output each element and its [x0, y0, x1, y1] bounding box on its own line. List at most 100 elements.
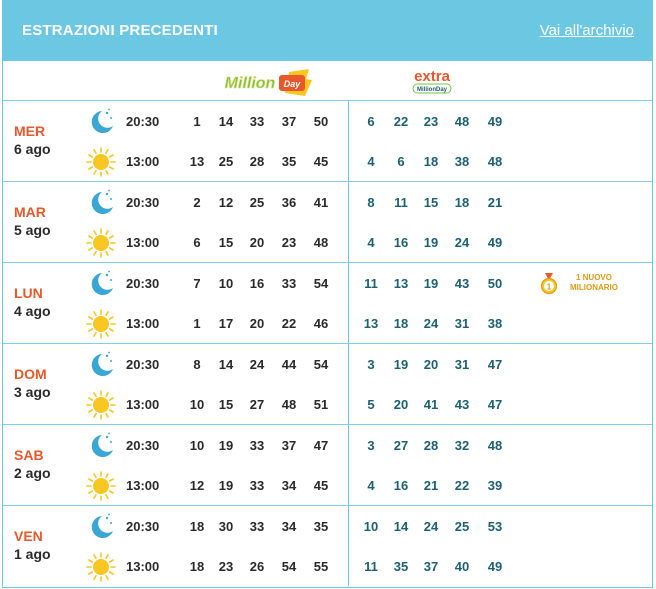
extra-number: 28	[423, 438, 439, 453]
extra-number: 20	[393, 397, 409, 412]
day-group: SAB 2 ago 20:30 10 19 33 37 47 3 27 28 32 48 13:00 12 1…	[3, 424, 652, 505]
extra-number: 41	[423, 397, 439, 412]
main-number: 15	[218, 397, 234, 412]
extra-number: 10	[363, 519, 379, 534]
extra-logo: extra MillionDay	[412, 68, 452, 94]
extra-number: 43	[454, 397, 470, 412]
extra-number: 47	[487, 357, 503, 372]
draw-row: 13:00 10 15 27 48 51 5 20 41 43 47	[3, 384, 652, 424]
main-number: 37	[281, 114, 297, 129]
extra-number: 14	[393, 519, 409, 534]
extra-number: 6	[397, 154, 405, 169]
extra-number: 16	[393, 235, 409, 250]
draw-row: 13:00 13 25 28 35 45 4 6 18 38 48	[3, 141, 652, 181]
main-number: 20	[249, 235, 265, 250]
main-number: 45	[313, 478, 329, 493]
main-number: 33	[249, 438, 265, 453]
main-number: 7	[193, 276, 201, 291]
extra-number: 49	[487, 114, 503, 129]
draw-time: 20:30	[126, 357, 160, 372]
badge-line1: 1 NUOVO	[575, 273, 612, 282]
moon-stars-icon	[86, 188, 116, 218]
extra-number: 19	[423, 235, 439, 250]
main-number: 1	[193, 316, 201, 331]
logo-extra-text: extra	[414, 68, 451, 85]
draw-time: 13:00	[126, 154, 160, 169]
new-millionaire-badge: 1 1 NUOVO MILIONARIO	[540, 273, 630, 297]
main-number: 14	[218, 114, 234, 129]
main-number: 45	[313, 154, 329, 169]
extra-number: 4	[367, 478, 375, 493]
extra-number: 24	[423, 519, 439, 534]
draw-row: 20:30 18 30 33 34 35 10 14 24 25 53	[3, 506, 652, 546]
extra-number: 16	[393, 478, 409, 493]
sun-icon	[86, 228, 116, 258]
main-number: 33	[249, 478, 265, 493]
draw-row: 13:00 1 17 20 22 46 13 18 24 31 38	[3, 303, 652, 343]
main-number: 33	[249, 114, 265, 129]
main-number: 36	[281, 195, 297, 210]
extra-number: 23	[423, 114, 439, 129]
main-number: 10	[189, 397, 205, 412]
day-group: DOM 3 ago 20:30 8 14 24 44 54 3 19 20 31 47 13:00 10 15…	[3, 343, 652, 424]
main-number: 18	[189, 559, 205, 574]
archive-link[interactable]: Vai all'archivio	[540, 22, 634, 39]
draw-row: 20:30 10 19 33 37 47 3 27 28 32 48	[3, 425, 652, 465]
main-number: 8	[193, 357, 201, 372]
draw-row: 13:00 18 23 26 54 55 11 35 37 40 49	[3, 546, 652, 586]
draw-row: 20:30 8 14 24 44 54 3 19 20 31 47	[3, 344, 652, 384]
logo-million-text: Million	[225, 75, 276, 92]
extra-number: 11	[364, 559, 378, 574]
extra-number: 31	[454, 316, 470, 331]
extra-number: 4	[367, 154, 375, 169]
extra-number: 43	[454, 276, 470, 291]
draw-time: 20:30	[126, 276, 160, 291]
logo-extra-sub: MillionDay	[417, 87, 448, 93]
draw-time: 20:30	[126, 438, 160, 453]
main-number: 41	[313, 195, 329, 210]
main-number: 22	[281, 316, 297, 331]
main-number: 37	[281, 438, 297, 453]
extra-number: 8	[367, 195, 375, 210]
extra-number: 11	[394, 195, 408, 210]
moon-stars-icon	[86, 350, 116, 380]
moon-stars-icon	[86, 107, 116, 137]
extra-number: 24	[423, 316, 439, 331]
main-number: 18	[189, 519, 205, 534]
extra-number: 39	[487, 478, 503, 493]
main-number: 16	[249, 276, 265, 291]
main-number: 15	[218, 235, 234, 250]
draw-time: 13:00	[126, 235, 160, 250]
sun-icon	[86, 309, 116, 339]
extra-number: 22	[393, 114, 409, 129]
main-number: 10	[189, 438, 205, 453]
extra-number: 13	[393, 276, 409, 291]
extra-number: 38	[454, 154, 470, 169]
extra-number: 48	[454, 114, 470, 129]
main-number: 23	[218, 559, 234, 574]
extra-number: 27	[393, 438, 409, 453]
extra-number: 13	[363, 316, 379, 331]
main-number: 48	[313, 235, 329, 250]
draw-row: 20:30 1 14 33 37 50 6 22 23 48 49	[3, 101, 652, 141]
extra-number: 38	[487, 316, 503, 331]
sun-icon	[86, 471, 116, 501]
day-group: MER 6 ago 20:30 1 14 33 37 50 6 22 23 48 49 13:00 13 25…	[3, 100, 652, 181]
extra-number: 22	[454, 478, 470, 493]
extra-number: 53	[487, 519, 503, 534]
badge-text: 1 NUOVO MILIONARIO	[560, 273, 628, 293]
main-number: 33	[281, 276, 297, 291]
extra-number: 3	[367, 438, 375, 453]
extra-number: 6	[367, 114, 375, 129]
extra-number: 49	[487, 235, 503, 250]
main-number: 54	[313, 276, 329, 291]
main-number: 26	[249, 559, 265, 574]
draw-time: 20:30	[126, 195, 160, 210]
extra-number: 25	[454, 519, 470, 534]
badge-count: 1	[547, 283, 552, 292]
draw-row: 20:30 2 12 25 36 41 8 11 15 18 21	[3, 182, 652, 222]
extra-number: 5	[367, 397, 375, 412]
main-number: 17	[218, 316, 234, 331]
draw-time: 20:30	[126, 114, 160, 129]
draw-time: 13:00	[126, 397, 160, 412]
